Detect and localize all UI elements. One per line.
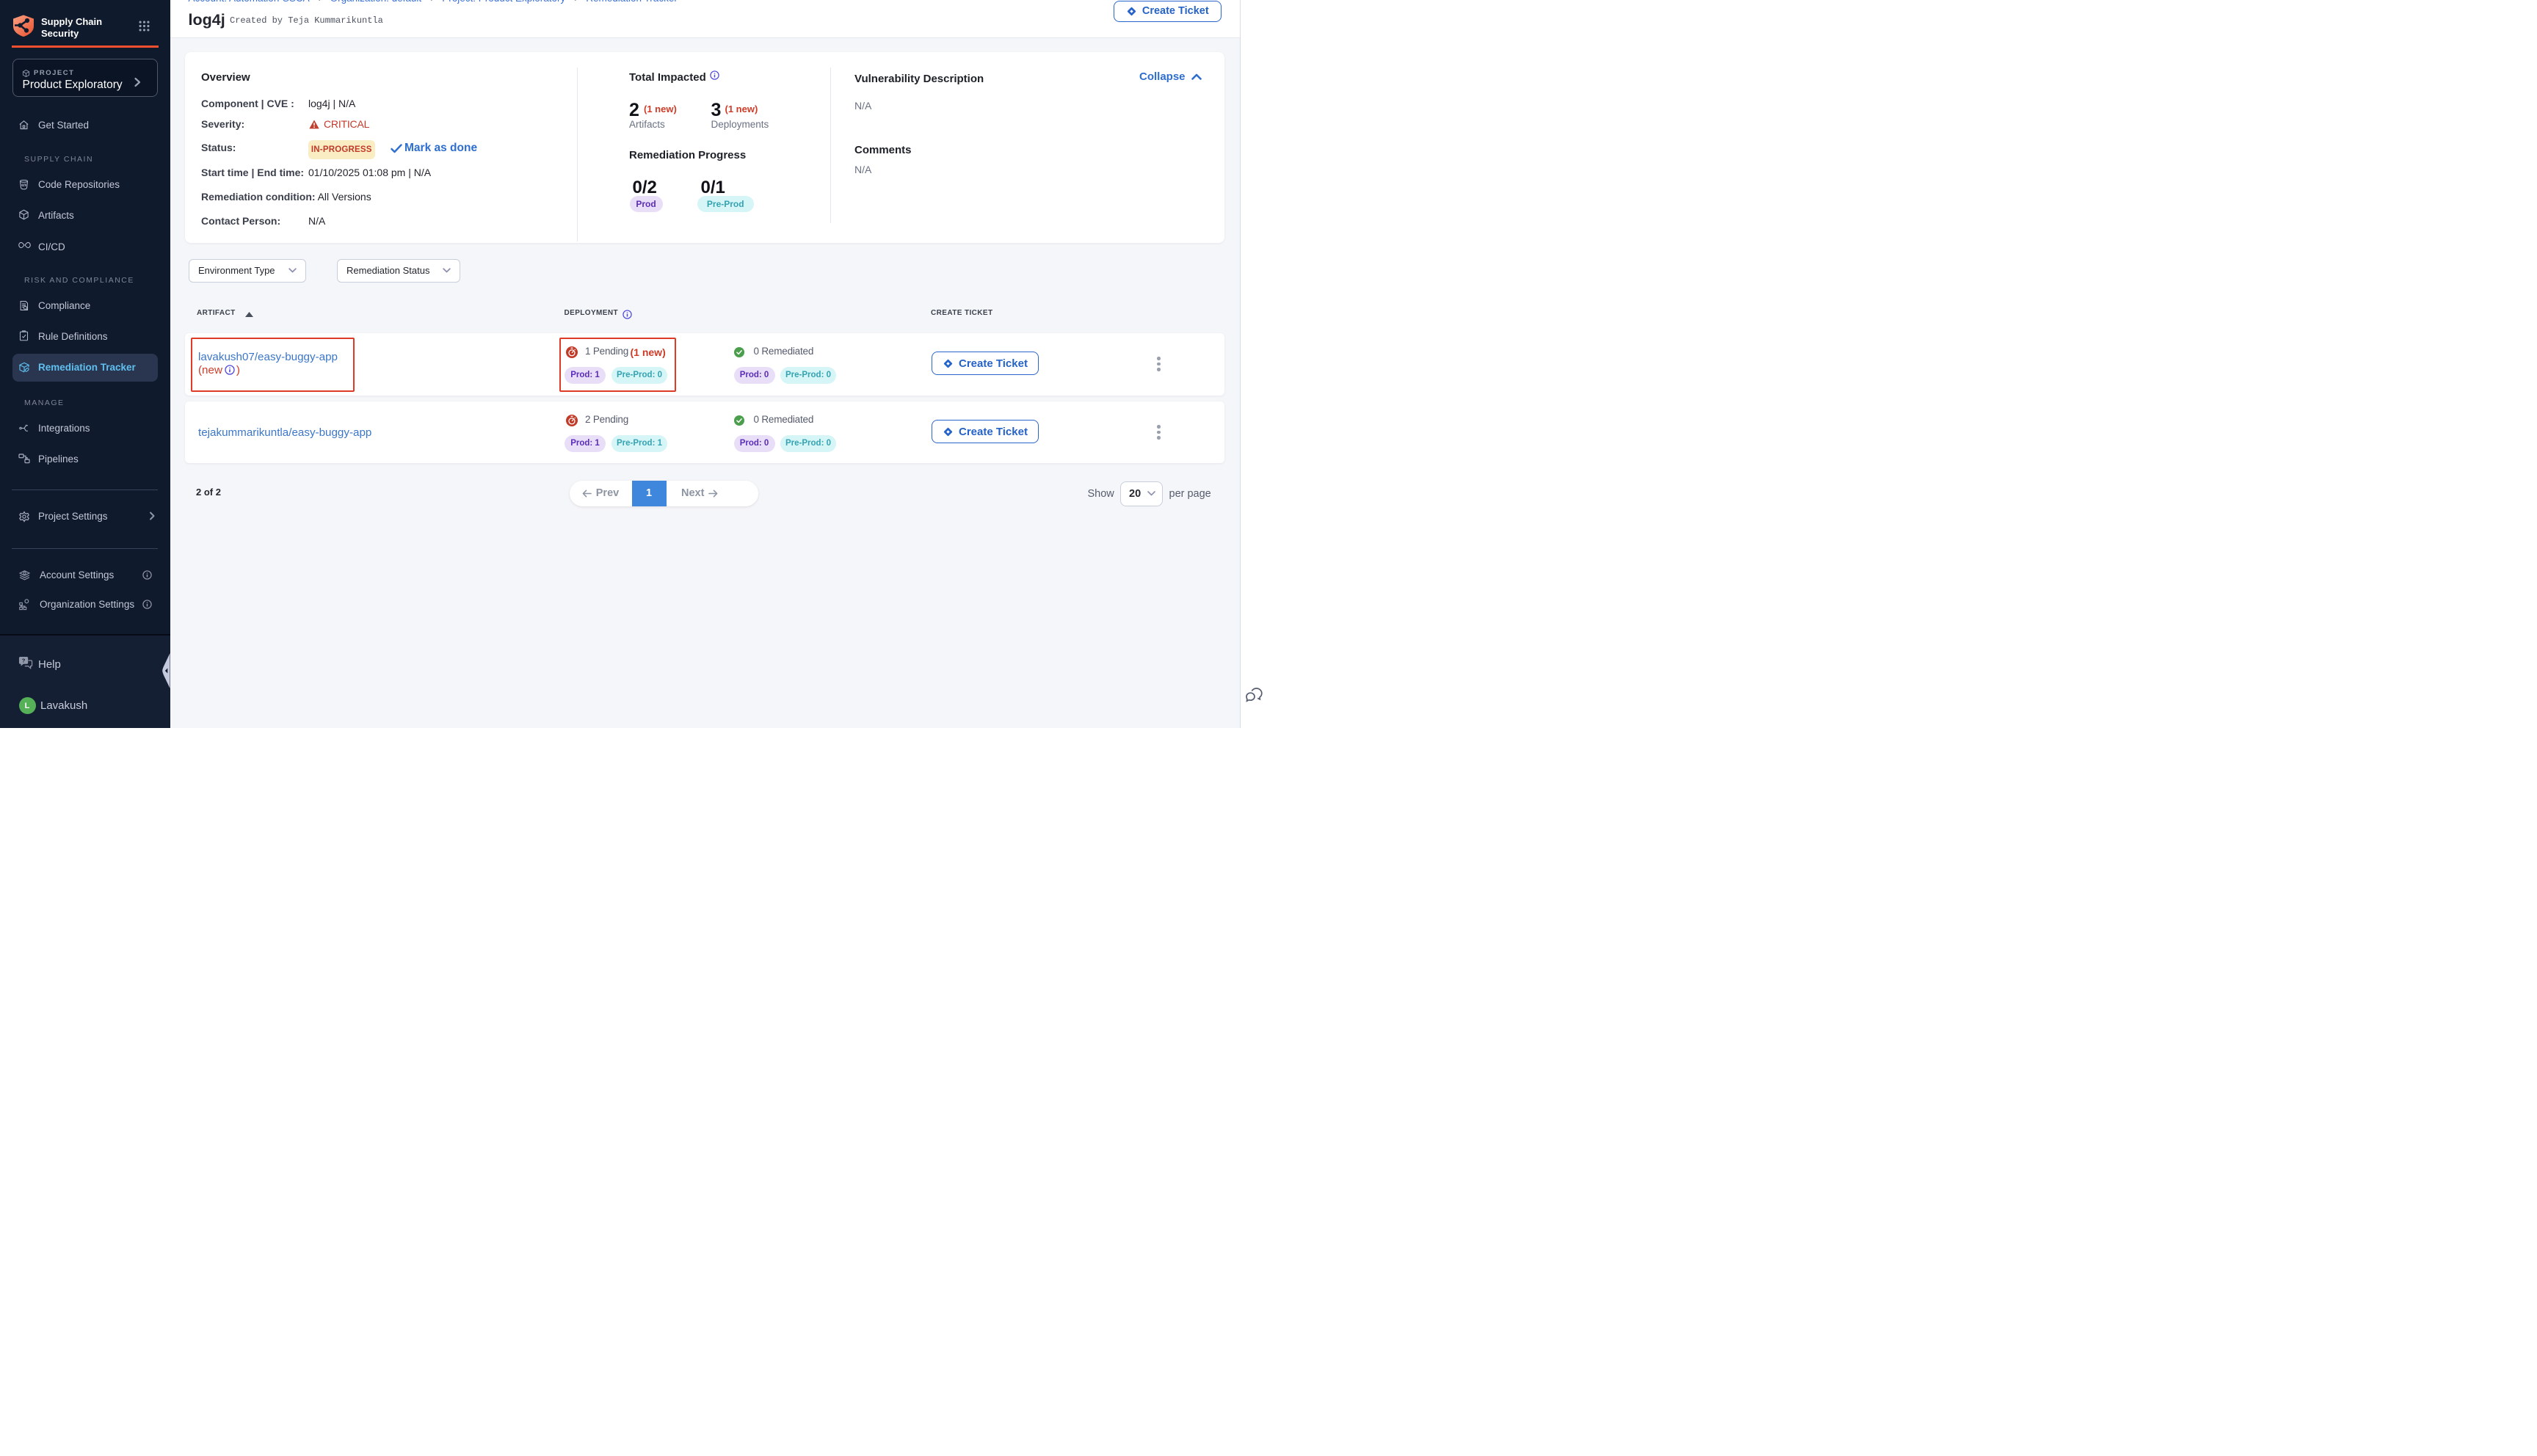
- svg-text:?: ?: [22, 658, 26, 664]
